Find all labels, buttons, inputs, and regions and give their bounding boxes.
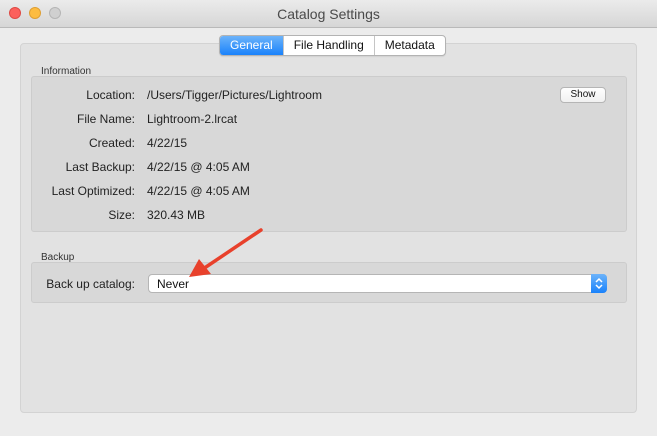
catalog-settings-window: Catalog Settings General File Handling M… (0, 0, 657, 436)
last-backup-value: 4/22/15 @ 4:05 AM (147, 160, 250, 174)
backup-catalog-label: Back up catalog: (46, 277, 135, 291)
show-location-button[interactable]: Show (560, 87, 606, 103)
created-value: 4/22/15 (147, 136, 188, 150)
tab-metadata[interactable]: Metadata (375, 36, 445, 55)
last-optimized-label: Last Optimized: (51, 184, 135, 198)
annotation-arrow-icon (189, 228, 263, 277)
title-bar: Catalog Settings (0, 0, 657, 28)
file-name-label: File Name: (76, 112, 135, 126)
select-stepper-icon[interactable] (591, 274, 607, 293)
tab-bar: General File Handling Metadata (219, 35, 446, 56)
size-value: 320.43 MB (147, 208, 206, 222)
location-value: /Users/Tigger/Pictures/Lightroom (147, 88, 322, 102)
tab-general[interactable]: General (220, 36, 284, 55)
last-backup-label: Last Backup: (65, 160, 135, 174)
size-label: Size: (108, 208, 135, 222)
created-label: Created: (88, 136, 135, 150)
file-name-value: Lightroom-2.lrcat (147, 112, 238, 126)
last-optimized-value: 4/22/15 @ 4:05 AM (147, 184, 250, 198)
window-title: Catalog Settings (277, 6, 380, 22)
tab-file-handling[interactable]: File Handling (284, 36, 375, 55)
location-label: Location: (86, 88, 135, 102)
